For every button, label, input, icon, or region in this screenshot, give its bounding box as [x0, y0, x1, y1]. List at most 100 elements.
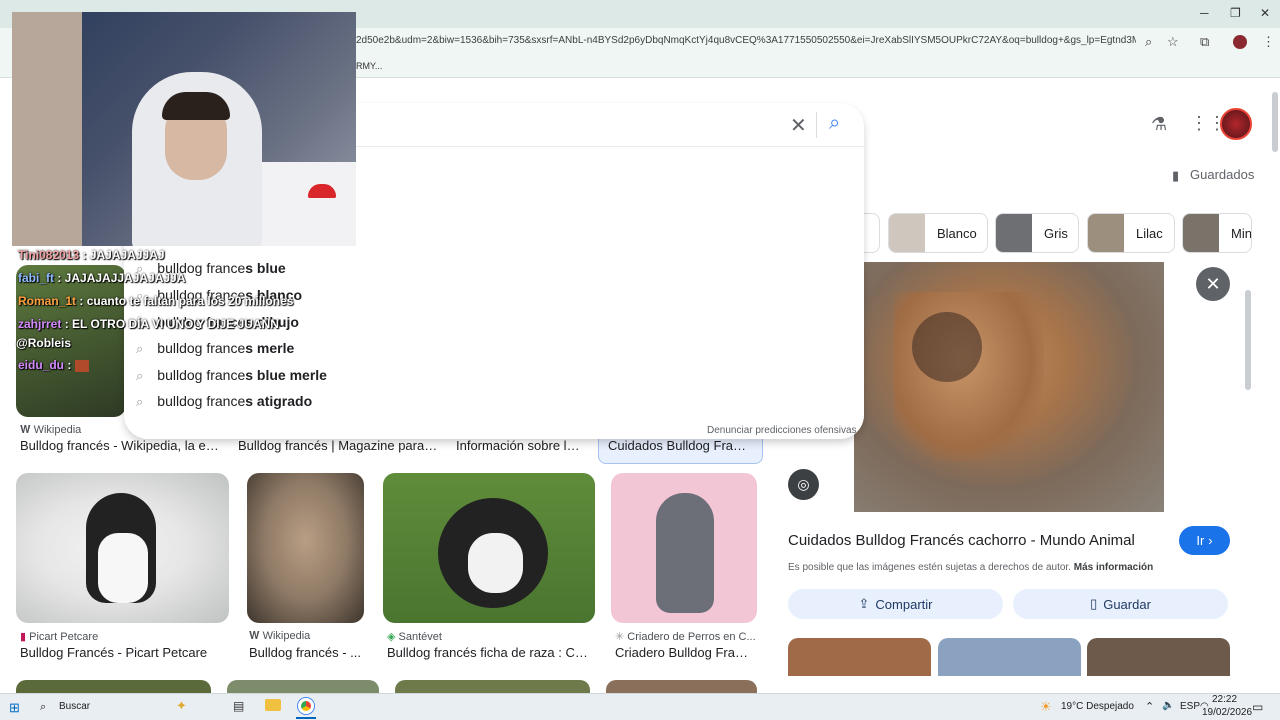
extensions-icon[interactable]: ⧉ — [1200, 34, 1209, 50]
result-title[interactable]: Criadero Bulldog Franc... — [615, 645, 755, 660]
chip-thumbnail — [889, 214, 925, 252]
chip-label: Gris — [1044, 225, 1068, 241]
volume-icon[interactable]: 🔈 — [1162, 700, 1174, 711]
labs-flask-icon[interactable]: ⚗ — [1151, 114, 1167, 135]
clear-search-icon[interactable]: ✕ — [790, 113, 807, 138]
result-source-name: Santévet — [398, 631, 442, 643]
save-label: Guardar — [1103, 596, 1151, 612]
copyright-text: Es posible que las imágenes estén sujeta… — [788, 562, 1071, 573]
weather-text[interactable]: 19°C Despejado — [1061, 701, 1134, 712]
site-favicon: ◈ — [387, 631, 399, 643]
result-image[interactable] — [611, 473, 757, 623]
chrome-icon[interactable] — [298, 698, 314, 714]
maximize-icon[interactable]: ❐ — [1230, 6, 1241, 20]
divider — [816, 112, 817, 138]
profile-icon[interactable] — [1233, 35, 1247, 49]
taskbar-search[interactable]: Buscar — [59, 701, 90, 712]
chip-blanco[interactable]: Blanco — [888, 213, 988, 253]
zoom-icon[interactable]: ⌕ — [1145, 34, 1152, 50]
result-title[interactable]: Bulldog francés | Magazine para p... — [238, 438, 438, 453]
visit-button[interactable]: Ir › — [1179, 526, 1230, 555]
language-indicator[interactable]: ESP — [1180, 701, 1200, 712]
taskbar-search-icon[interactable]: ⌕ — [40, 701, 46, 714]
report-predictions-link[interactable]: Denunciar predicciones ofensivas — [707, 425, 857, 436]
share-button[interactable]: ⇪ Compartir — [788, 589, 1003, 619]
result-image[interactable] — [383, 473, 595, 623]
account-avatar[interactable] — [1220, 108, 1252, 140]
clock-date[interactable]: 19/02/2026 — [1202, 707, 1252, 718]
chat-emote — [74, 359, 89, 372]
result-title[interactable]: Información sobre la r... — [456, 438, 586, 453]
chat-text: : — [67, 358, 72, 372]
saved-link[interactable]: Guardados — [1190, 167, 1254, 182]
chevron-up-icon[interactable]: ⌃ — [1145, 700, 1154, 713]
result-source-name: Picart Petcare — [29, 631, 99, 643]
chat-text: : cuanto te faltan para los 20 millones — [79, 294, 294, 308]
preview-title[interactable]: Cuidados Bulldog Francés cachorro - Mund… — [788, 532, 1135, 549]
result-image[interactable] — [16, 473, 229, 623]
lens-search-icon[interactable]: ◎ — [788, 469, 819, 500]
result-title[interactable]: Bulldog francés ficha de raza : Cará... — [387, 645, 595, 660]
close-window-icon[interactable]: ✕ — [1260, 6, 1270, 20]
related-image[interactable] — [938, 638, 1081, 676]
suggestion-item[interactable]: ⌕ bulldog frances merle — [136, 340, 294, 357]
copyright-notice: Es posible que las imágenes estén sujeta… — [788, 562, 1153, 573]
file-explorer-icon[interactable] — [265, 699, 281, 711]
result-source-name: Wikipedia — [33, 424, 82, 436]
result-title[interactable]: Bulldog Francés - Picart Petcare — [20, 645, 230, 660]
dog-face — [912, 312, 982, 382]
chip-gris[interactable]: Gris — [995, 213, 1079, 253]
page-scrollbar[interactable] — [1272, 92, 1278, 152]
site-favicon: ✳ — [615, 631, 628, 643]
menu-icon[interactable]: ⋮ — [1262, 34, 1275, 50]
suggestion-item[interactable]: ⌕ bulldog frances atigrado — [136, 393, 312, 410]
result-title[interactable]: Bulldog francés - Wikipedia, la en... — [20, 438, 220, 453]
bookmark-item[interactable]: RMY... — [356, 61, 382, 71]
minimize-icon[interactable]: ─ — [1200, 6, 1209, 20]
dog-chest — [98, 533, 148, 603]
windows-start-icon[interactable]: ⊞ — [9, 700, 20, 716]
result-source: ▮ Picart Petcare — [20, 630, 98, 643]
panel-scrollbar[interactable] — [1245, 290, 1251, 390]
url-text[interactable]: 2d50e2b&udm=2&biw=1536&bih=735&sxsrf=ANb… — [356, 35, 1136, 46]
chat-text: : EL OTRO DÍA VI UNO Y DIJE JUANN — [64, 317, 279, 331]
search-icon[interactable]: ⌕ — [829, 112, 840, 135]
related-image[interactable] — [788, 638, 931, 676]
chip-label: Blanco — [937, 225, 977, 241]
result-source: ✳ Criadero de Perros en C... — [615, 630, 755, 643]
copilot-sparkle-icon[interactable]: ✦ — [176, 698, 187, 714]
preview-image[interactable] — [854, 262, 1164, 512]
dog-muzzle — [468, 533, 523, 593]
close-preview-icon[interactable]: ✕ — [1196, 267, 1230, 301]
result-image[interactable] — [16, 680, 211, 693]
related-image[interactable] — [1087, 638, 1230, 676]
result-image[interactable] — [395, 680, 590, 693]
result-title[interactable]: Bulldog francés - ... — [249, 645, 364, 660]
chip-min[interactable]: Min — [1182, 213, 1252, 253]
chat-message: @Robleis — [16, 336, 71, 350]
suggestion-item[interactable]: ⌕ bulldog frances blue merle — [136, 367, 327, 384]
chat-username: Roman_1t — [18, 294, 77, 308]
webcam-overlay — [12, 12, 356, 246]
suggestion-base: bulldog france — [157, 393, 246, 409]
result-title[interactable]: Cuidados Bulldog Franc... — [608, 438, 753, 453]
more-info-link[interactable]: Más información — [1074, 562, 1153, 573]
chat-username: fabi_ft — [18, 271, 54, 285]
share-label: Compartir — [875, 596, 933, 612]
result-source: ◈ Santévet — [387, 630, 442, 643]
clock-time[interactable]: 22:22 — [1212, 694, 1237, 705]
saved-icon[interactable]: ▮ — [1172, 168, 1179, 184]
result-image[interactable] — [227, 680, 379, 693]
chat-message: fabi_ft : JAJAJAJJAJAJAJJA — [18, 271, 185, 285]
notification-icon[interactable]: ▭ — [1252, 700, 1263, 714]
red-object — [308, 184, 336, 198]
suggestion-base: bulldog france — [157, 367, 246, 383]
save-button[interactable]: ▯ Guardar — [1013, 589, 1228, 619]
chip-lilac[interactable]: Lilac — [1087, 213, 1175, 253]
result-source-name: Wikipedia — [262, 630, 311, 642]
result-image[interactable] — [247, 473, 364, 623]
task-view-icon[interactable]: ▤ — [233, 699, 244, 713]
bookmark-star-icon[interactable]: ☆ — [1167, 34, 1179, 50]
result-image[interactable] — [606, 680, 757, 693]
streamer-hair — [162, 92, 230, 120]
